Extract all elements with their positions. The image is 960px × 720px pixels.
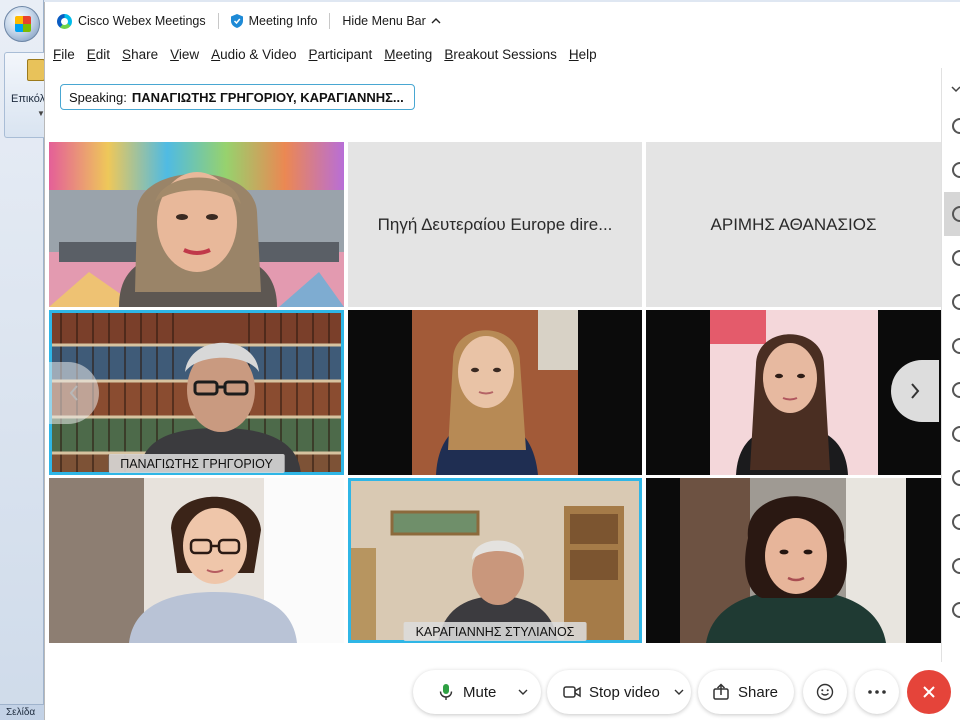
menu-file[interactable]: File [53,47,75,62]
video-grid: Πηγή Δευτεραίου Europe dire... ΑΡΙΜΗΣ ΑΘ… [49,142,941,643]
stop-video-button[interactable]: Stop video [547,670,691,714]
menu-bar: File Edit Share View Audio & Video Participan… [45,42,609,66]
title-bar: Cisco Webex Meetings Meeting Info Hide M… [45,2,960,40]
status-bar-page: Σελίδα [0,704,44,720]
share-icon [713,683,729,700]
mute-label: Mute [463,683,497,701]
avatar-icon[interactable] [952,382,960,398]
menu-edit[interactable]: Edit [87,47,110,62]
participant-video [49,142,344,307]
avatar-icon[interactable] [952,602,960,618]
share-button[interactable]: Share [698,670,794,714]
menu-audio-video[interactable]: Audio & Video [211,47,296,62]
video-camera-icon [563,686,581,698]
menu-label: reakout Sessions [453,46,557,62]
more-options-button[interactable] [855,670,899,714]
participant-video [348,310,642,475]
microphone-icon [439,684,453,700]
app-title-text: Cisco Webex Meetings [78,14,206,28]
share-label: Share [738,683,779,701]
chevron-up-icon [431,18,441,24]
menu-accelerator: H [568,46,579,62]
avatar-icon[interactable] [952,162,960,178]
avatar-icon[interactable] [952,470,960,486]
menu-label: elp [578,46,597,62]
menu-accelerator: F [53,46,62,62]
background-app: Επικόλ ▼ Σελίδα [0,0,46,720]
avatar-icon[interactable] [952,426,960,442]
video-tile[interactable]: ΑΡΙΜΗΣ ΑΘΑΝΑΣΙΟΣ [646,142,941,307]
menu-label: hare [131,46,159,62]
menu-breakout-sessions[interactable]: Breakout Sessions [444,47,557,62]
reactions-button[interactable] [803,670,847,714]
participant-video [646,478,941,643]
meeting-info-button[interactable]: Meeting Info [219,2,330,40]
menu-accelerator: S [122,46,132,62]
meeting-info-label: Meeting Info [248,14,318,28]
hide-menu-bar-label: Hide Menu Bar [342,14,426,28]
menu-view[interactable]: View [170,47,199,62]
participant-panel [941,68,960,662]
meeting-controls: Mute Stop video Share [45,660,960,720]
office-button-icon[interactable] [4,6,40,42]
chevron-down-icon[interactable] [950,84,960,94]
paste-icon [27,59,45,81]
video-tile[interactable] [646,478,941,643]
participant-video [348,478,642,643]
menu-accelerator: E [86,46,96,62]
shield-icon [230,14,243,28]
avatar-icon[interactable] [952,294,960,310]
menu-label: dit [95,46,111,62]
menu-help[interactable]: Help [569,47,597,62]
participant-name-tag: ΠΑΝΑΓΙΩΤΗΣ ΓΡΗΓΟΡΙΟΥ [108,454,285,473]
menu-label: udio & Video [220,46,297,62]
menu-meeting[interactable]: Meeting [384,47,432,62]
menu-label: eeting [395,46,433,62]
menu-accelerator: V [170,46,179,62]
menu-label: ile [61,46,75,62]
stop-video-label: Stop video [589,683,660,701]
app-title: Cisco Webex Meetings [45,2,218,40]
webex-window: Cisco Webex Meetings Meeting Info Hide M… [44,2,960,720]
webex-logo-icon [57,13,72,29]
video-tile[interactable]: ΚΑΡΑΓΙΑΝΝΗΣ ΣΤΥΛΙΑΝΟΣ [348,478,642,643]
avatar-icon[interactable] [952,338,960,354]
menu-accelerator: M [384,46,396,62]
chevron-right-icon [911,383,920,399]
hide-menu-bar-button[interactable]: Hide Menu Bar [330,2,452,40]
video-tile[interactable] [348,310,642,475]
menu-label: articipant [317,46,373,62]
active-speaker-indicator: Speaking: ΠΑΝΑΓΙΩΤΗΣ ΓΡΗΓΟΡΙΟΥ, ΚΑΡΑΓΙΑΝ… [60,84,415,110]
video-tile[interactable] [49,142,344,307]
video-tile[interactable] [49,478,344,643]
speaking-label: Speaking: [69,89,127,105]
avatar-icon[interactable] [952,558,960,574]
close-icon [923,686,935,698]
menu-participant[interactable]: Participant [308,47,372,62]
avatar-icon[interactable] [952,118,960,134]
chevron-down-icon[interactable] [518,687,528,697]
mute-button[interactable]: Mute [413,670,541,714]
more-icon [868,690,886,694]
paste-ribbon-button[interactable]: Επικόλ ▼ [4,52,46,138]
menu-label: iew [178,46,200,62]
participant-name: ΑΡΙΜΗΣ ΑΘΑΝΑΣΙΟΣ [710,214,877,234]
participant-name-tag: ΚΑΡΑΓΙΑΝΝΗΣ ΣΤΥΛΙΑΝΟΣ [403,622,587,641]
menu-accelerator: B [444,46,454,62]
participant-video [49,478,344,643]
video-tile[interactable]: Πηγή Δευτεραίου Europe dire... [348,142,642,307]
avatar-icon[interactable] [952,514,960,530]
speaking-names: ΠΑΝΑΓΙΩΤΗΣ ΓΡΗΓΟΡΙΟΥ, ΚΑΡΑΓΙΑΝΝΗΣ... [131,89,404,105]
participant-name: Πηγή Δευτεραίου Europe dire... [377,214,613,234]
chevron-down-icon[interactable] [674,687,684,697]
paste-label: Επικόλ [11,93,46,105]
smiley-icon [816,683,834,701]
menu-accelerator: A [211,46,221,62]
leave-meeting-button[interactable] [907,670,951,714]
menu-share[interactable]: Share [122,47,158,62]
avatar-icon[interactable] [952,250,960,266]
chevron-left-icon [69,385,78,401]
